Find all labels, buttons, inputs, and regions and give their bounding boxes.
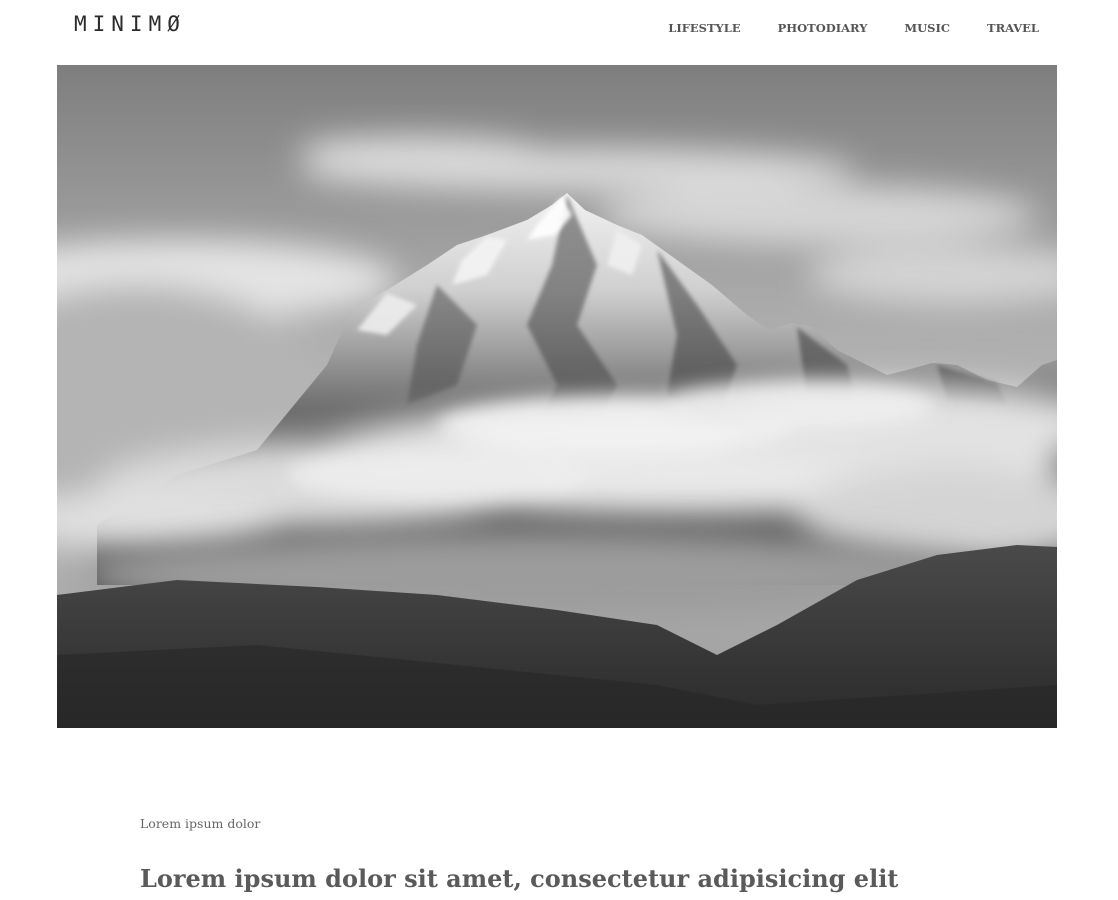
post-title[interactable]: Lorem ipsum dolor sit amet, consectetur … (140, 864, 898, 893)
nav-item-music[interactable]: MUSIC (904, 21, 950, 35)
site-header: MINIMØ LIFESTYLE PHOTODIARY MUSIC TRAVEL (0, 0, 1118, 65)
mountain-landscape-photo (57, 65, 1057, 728)
post-category[interactable]: Lorem ipsum dolor (140, 816, 260, 831)
hero-image[interactable] (57, 65, 1057, 728)
site-logo[interactable]: MINIMØ (74, 12, 186, 36)
main-nav: LIFESTYLE PHOTODIARY MUSIC TRAVEL (668, 21, 1039, 35)
nav-item-lifestyle[interactable]: LIFESTYLE (668, 21, 740, 35)
nav-item-photodiary[interactable]: PHOTODIARY (778, 21, 868, 35)
nav-item-travel[interactable]: TRAVEL (987, 21, 1039, 35)
